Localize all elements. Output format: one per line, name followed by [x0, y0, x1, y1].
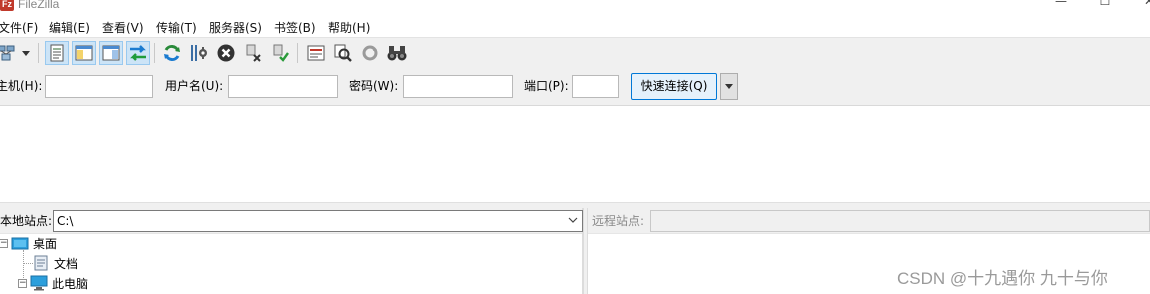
- username-label: 用户名(U):: [165, 79, 224, 93]
- documents-icon: [34, 255, 48, 271]
- disconnect-icon: [246, 44, 261, 62]
- directory-filter-button[interactable]: [304, 41, 328, 65]
- site-manager-icon: [0, 45, 15, 61]
- title-bar: Fz FileZilla — ☐ ✕: [0, 0, 1150, 14]
- chevron-down-icon: [725, 84, 733, 89]
- toolbar: [0, 37, 1150, 67]
- watermark: CSDN @十九遇你 九十与你: [897, 269, 1108, 288]
- collapse-toggle-icon[interactable]: −: [0, 238, 8, 248]
- password-input[interactable]: [403, 75, 513, 98]
- toolbar-separator: [297, 43, 298, 63]
- toggle-transfer-queue-icon: [130, 45, 146, 61]
- port-label: 端口(P):: [524, 79, 569, 93]
- quickconnect-button[interactable]: 快速连接(Q): [631, 73, 717, 100]
- synchronized-browsing-icon: [362, 45, 378, 61]
- refresh-icon: [164, 44, 180, 62]
- search-remote-button[interactable]: [385, 41, 409, 65]
- toggle-transfer-queue-button[interactable]: [126, 41, 150, 65]
- process-queue-button[interactable]: [187, 41, 211, 65]
- disconnect-button[interactable]: [241, 41, 265, 65]
- toggle-message-log-icon: [50, 44, 64, 62]
- host-input[interactable]: [45, 75, 153, 98]
- process-queue-icon: [191, 45, 207, 61]
- local-pane: 本地站点: C:\ − 桌面 文档 − 此电脑: [0, 208, 583, 294]
- menu-file[interactable]: 文件(F): [0, 19, 38, 37]
- menu-server[interactable]: 服务器(S): [209, 19, 262, 37]
- reconnect-button[interactable]: [268, 41, 292, 65]
- minimize-button[interactable]: —: [1046, 0, 1076, 8]
- toggle-comparison-icon: [334, 44, 352, 62]
- toggle-comparison-button[interactable]: [331, 41, 355, 65]
- collapse-toggle-icon[interactable]: −: [18, 278, 27, 288]
- filezilla-logo-icon: Fz: [0, 0, 14, 11]
- menu-bar: 文件(F) 编辑(E) 查看(V) 传输(T) 服务器(S) 书签(B) 帮助(…: [0, 19, 1150, 37]
- maximize-button[interactable]: ☐: [1090, 0, 1120, 8]
- port-input[interactable]: [572, 75, 619, 98]
- menu-view[interactable]: 查看(V): [102, 19, 144, 37]
- toggle-remote-tree-button[interactable]: [99, 41, 123, 65]
- cancel-icon: [217, 44, 235, 62]
- dropdown-arrow-icon: [22, 50, 30, 56]
- remote-site-label: 远程站点:: [592, 214, 645, 228]
- tree-item-label: 文档: [54, 256, 79, 271]
- tree-connector: [23, 263, 33, 264]
- menu-help[interactable]: 帮助(H): [328, 19, 370, 37]
- toggle-local-tree-icon: [75, 45, 93, 61]
- local-site-bar: 本地站点: C:\: [0, 208, 583, 234]
- refresh-button[interactable]: [160, 41, 184, 65]
- quickconnect-bar: 主机(H): 用户名(U): 密码(W): 端口(P): 快速连接(Q): [0, 67, 1150, 106]
- site-manager-dropdown[interactable]: [18, 41, 34, 65]
- toggle-local-tree-button[interactable]: [72, 41, 96, 65]
- local-site-label: 本地站点:: [0, 214, 53, 228]
- tree-item-label: 桌面: [33, 236, 58, 251]
- quickconnect-history-dropdown[interactable]: [720, 73, 738, 100]
- menu-transfer[interactable]: 传输(T): [156, 19, 197, 37]
- username-input[interactable]: [228, 75, 338, 98]
- reconnect-icon: [273, 44, 289, 62]
- toolbar-separator: [154, 43, 155, 63]
- toggle-message-log-button[interactable]: [45, 41, 69, 65]
- directory-filter-icon: [307, 45, 325, 61]
- local-path-combo[interactable]: C:\: [53, 210, 583, 232]
- remote-site-bar: 远程站点:: [588, 208, 1150, 234]
- tree-item-label: 此电脑: [52, 276, 89, 291]
- computer-icon: [30, 275, 48, 291]
- search-remote-icon: [387, 46, 407, 61]
- menu-bookmarks[interactable]: 书签(B): [274, 19, 316, 37]
- tree-item-this-pc[interactable]: − 此电脑: [18, 273, 88, 293]
- cancel-button[interactable]: [214, 41, 238, 65]
- synchronized-browsing-button[interactable]: [358, 41, 382, 65]
- tree-item-documents[interactable]: 文档: [34, 253, 78, 273]
- site-manager-button[interactable]: [0, 41, 18, 65]
- chevron-down-icon[interactable]: [568, 215, 578, 227]
- close-button[interactable]: ✕: [1134, 0, 1150, 8]
- toolbar-separator: [38, 43, 39, 63]
- local-path-value: C:\: [57, 214, 74, 228]
- message-log[interactable]: [0, 107, 1150, 202]
- host-label: 主机(H):: [0, 79, 43, 93]
- desktop-folder-icon: [11, 237, 29, 250]
- window-title: FileZilla: [18, 0, 60, 11]
- tree-item-desktop[interactable]: − 桌面: [0, 233, 57, 253]
- toggle-remote-tree-icon: [102, 45, 120, 61]
- menu-edit[interactable]: 编辑(E): [49, 19, 90, 37]
- password-label: 密码(W):: [349, 79, 399, 93]
- remote-path-combo: [650, 210, 1150, 232]
